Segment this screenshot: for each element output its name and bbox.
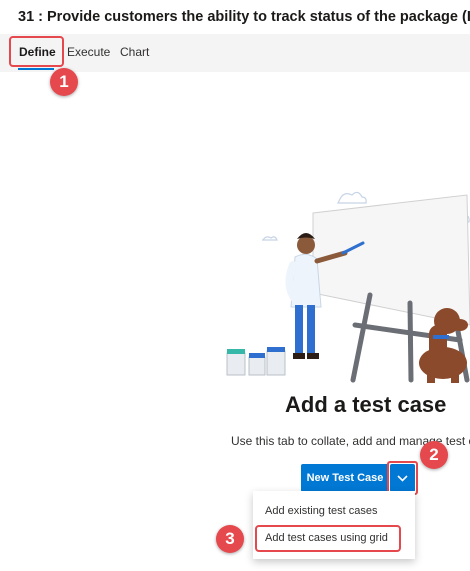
tab-chart[interactable]: Chart xyxy=(120,45,149,59)
callout-badge-1: 1 xyxy=(50,68,78,96)
empty-state-title: Add a test case xyxy=(285,392,447,417)
tab-bar: Define Execute Chart xyxy=(0,34,470,72)
callout-highlight-define xyxy=(9,36,64,67)
new-test-case-button[interactable]: New Test Case xyxy=(301,464,389,492)
painter-illustration xyxy=(226,191,470,383)
callout-highlight-grid-item xyxy=(255,525,401,552)
callout-badge-3: 3 xyxy=(216,525,244,553)
tab-execute[interactable]: Execute xyxy=(67,45,110,59)
callout-badge-2: 2 xyxy=(420,441,448,469)
menu-item-add-existing[interactable]: Add existing test cases xyxy=(265,505,378,517)
page-title: 31 : Provide customers the ability to tr… xyxy=(18,9,470,25)
callout-highlight-dropdown xyxy=(387,461,418,495)
active-tab-indicator xyxy=(18,68,54,70)
